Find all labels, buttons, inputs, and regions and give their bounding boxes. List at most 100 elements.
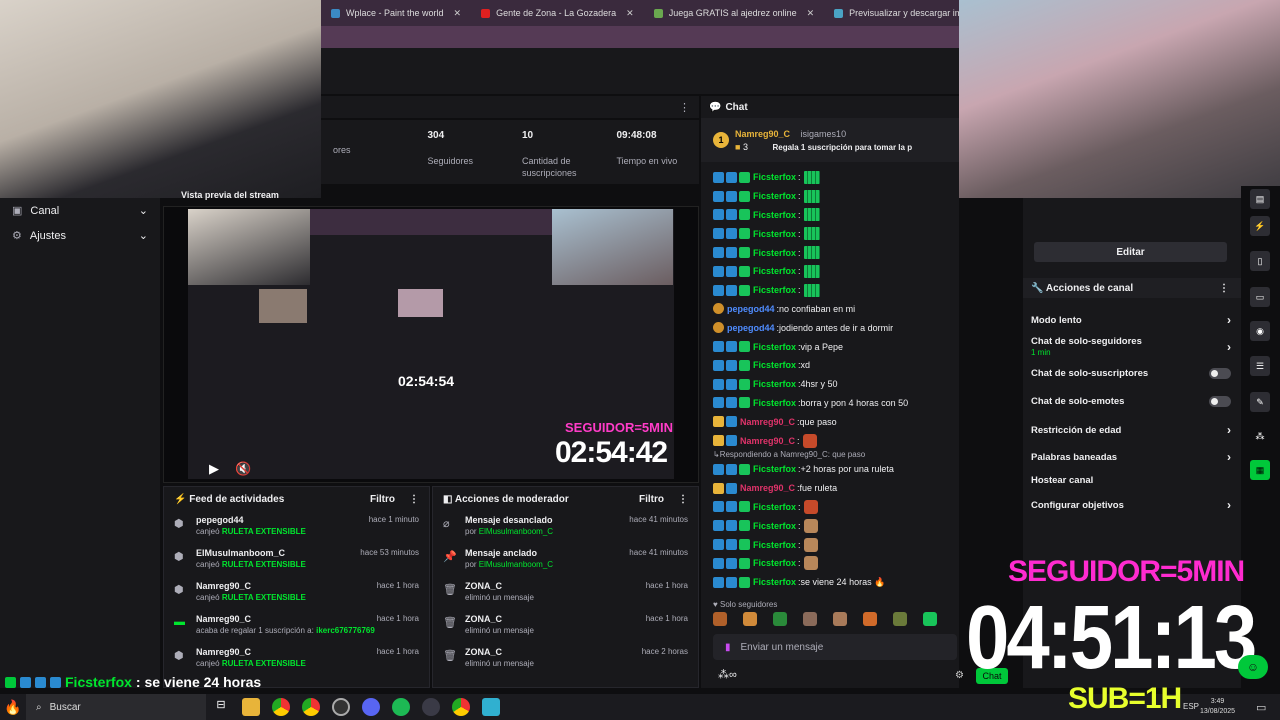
- broadcast-icon[interactable]: ◉: [1250, 321, 1270, 341]
- chat-message[interactable]: Ficsterfox: +2 horas por una ruleta: [713, 460, 947, 479]
- nav-canal[interactable]: ▣ Canal ⌄: [0, 198, 160, 223]
- chat-message[interactable]: Namreg90_C: que paso: [713, 412, 947, 431]
- emote-icon[interactable]: [743, 612, 757, 626]
- chat-username[interactable]: Namreg90_C: [740, 483, 795, 493]
- emote-icon[interactable]: [863, 612, 877, 626]
- chat-message[interactable]: Ficsterfox:: [713, 243, 947, 262]
- channel-action-item[interactable]: Modo lento ›: [1031, 313, 1231, 327]
- chrome-icon[interactable]: [452, 698, 470, 716]
- chat-message[interactable]: Ficsterfox:: [713, 535, 947, 554]
- more-icon[interactable]: ⋮: [409, 494, 419, 505]
- chat-username[interactable]: Ficsterfox: [753, 342, 796, 352]
- browser-tab[interactable]: Gente de Zona - La Gozadera ✕: [471, 0, 644, 26]
- chat-username[interactable]: Ficsterfox: [753, 172, 796, 182]
- feed-item[interactable]: ⬢ pepegod44 canjeó RULETA EXTENSIBLE hace 1…: [164, 511, 429, 544]
- folder-icon[interactable]: [242, 698, 260, 716]
- chat-username[interactable]: Ficsterfox: [753, 521, 796, 531]
- chat-username[interactable]: Ficsterfox: [753, 266, 796, 276]
- chat-message[interactable]: Ficsterfox:: [713, 554, 947, 573]
- channel-action-item[interactable]: Hostear canal: [1031, 475, 1231, 486]
- notification-icon[interactable]: ▭: [1256, 701, 1266, 714]
- emote-icon[interactable]: [713, 612, 727, 626]
- obs-icon[interactable]: [332, 698, 350, 716]
- chat-message[interactable]: Ficsterfox:: [713, 206, 947, 225]
- chat-username[interactable]: Ficsterfox: [753, 558, 796, 568]
- mod-action-item[interactable]: 🗑 ZONA_C eliminó un mensaje hace 2 horas: [433, 643, 698, 676]
- lightning-icon[interactable]: ⚡: [1250, 216, 1270, 236]
- browser-tab[interactable]: Previsualizar y descargar imagen✕: [824, 0, 961, 26]
- taskbar-clock[interactable]: 3:49 13/08/2025: [1200, 697, 1235, 717]
- chrome-icon[interactable]: [272, 698, 290, 716]
- chat-username[interactable]: Ficsterfox: [753, 398, 796, 408]
- chat-username[interactable]: Namreg90_C: [740, 436, 795, 446]
- chat-username[interactable]: pepegod44: [727, 304, 775, 314]
- points-icon[interactable]: ⁂: [1250, 426, 1270, 446]
- chat-message[interactable]: Ficsterfox: xd: [713, 356, 947, 375]
- channel-action-item[interactable]: Chat de solo-suscriptores: [1031, 368, 1231, 379]
- chat-message[interactable]: pepegod44: jodiendo antes de ir a dormir: [713, 318, 947, 337]
- chat-username[interactable]: Ficsterfox: [753, 229, 796, 239]
- chat-username[interactable]: pepegod44: [727, 323, 775, 333]
- chat-username[interactable]: Ficsterfox: [753, 464, 796, 474]
- toggle-switch[interactable]: [1209, 396, 1231, 407]
- wrench-icon[interactable]: ✎: [1250, 392, 1270, 412]
- points-icon[interactable]: ⁂∞: [718, 668, 737, 681]
- chat-message[interactable]: Ficsterfox:: [713, 168, 947, 187]
- chat-message[interactable]: Ficsterfox: vip a Pepe: [713, 337, 947, 356]
- nav-ajustes[interactable]: ⚙ Ajustes ⌄: [0, 223, 160, 248]
- emote-icon[interactable]: [893, 612, 907, 626]
- sidebar-icon-1[interactable]: ▤: [1250, 189, 1270, 209]
- browser-tab[interactable]: Wplace - Paint the world ✕: [321, 0, 471, 26]
- chat-message[interactable]: Ficsterfox:: [713, 516, 947, 535]
- chat-username[interactable]: Ficsterfox: [753, 502, 796, 512]
- chat-message[interactable]: pepegod44: no confiaban en mi: [713, 300, 947, 319]
- chat-input[interactable]: ▮ Enviar un mensaje: [713, 634, 957, 660]
- chat-username[interactable]: Ficsterfox: [753, 577, 796, 587]
- language-indicator[interactable]: ESP: [1183, 702, 1199, 711]
- mod-action-item[interactable]: 🗑 ZONA_C eliminó un mensaje hace 1 hora: [433, 577, 698, 610]
- chat-username[interactable]: Namreg90_C: [740, 417, 795, 427]
- chat-message[interactable]: Ficsterfox:: [713, 187, 947, 206]
- mute-icon[interactable]: 🔇: [235, 461, 251, 477]
- chat-username[interactable]: Ficsterfox: [753, 248, 796, 258]
- chat-username[interactable]: Ficsterfox: [753, 285, 796, 295]
- play-icon[interactable]: ▶: [209, 461, 219, 477]
- chat-message[interactable]: Ficsterfox:: [713, 262, 947, 281]
- feed-filter-button[interactable]: Filtro: [370, 494, 395, 505]
- chat-username[interactable]: Ficsterfox: [753, 210, 796, 220]
- emote-icon[interactable]: [833, 612, 847, 626]
- more-icon[interactable]: ⋮: [678, 494, 688, 505]
- document-icon[interactable]: ▯: [1250, 251, 1270, 271]
- mod-action-item[interactable]: ⌀ Mensaje desanclado por ElMusulmanboom_C h…: [433, 511, 698, 544]
- feed-item[interactable]: ⬢ ElMusulmanboom_C canjeó RULETA EXTENSIBL…: [164, 544, 429, 577]
- chat-message[interactable]: Ficsterfox: 4hsr y 50: [713, 375, 947, 394]
- chat-message[interactable]: Ficsterfox: borra y pon 4 horas con 50: [713, 394, 947, 413]
- channel-action-item[interactable]: Configurar objetivos ›: [1031, 498, 1231, 512]
- chat-username[interactable]: Ficsterfox: [753, 191, 796, 201]
- emote-icon[interactable]: [773, 612, 787, 626]
- close-icon[interactable]: ✕: [807, 8, 815, 19]
- chat-username[interactable]: Ficsterfox: [753, 360, 796, 370]
- more-icon[interactable]: ⋮: [1219, 283, 1229, 294]
- chat-username[interactable]: Ficsterfox: [753, 379, 796, 389]
- stack-icon[interactable]: ☰: [1250, 356, 1270, 376]
- chrome-icon[interactable]: [302, 698, 320, 716]
- channel-action-item[interactable]: Chat de solo-emotes: [1031, 396, 1231, 407]
- feed-item[interactable]: ⬢ Namreg90_C canjeó RULETA EXTENSIBLE hace …: [164, 577, 429, 610]
- pinned-message[interactable]: 1 Namreg90_C isigames10 ■ 3 Regala 1 sus…: [701, 118, 959, 162]
- stats-menu-icon[interactable]: ⋮: [679, 101, 690, 114]
- discord-icon[interactable]: [362, 698, 380, 716]
- emote-icon[interactable]: [923, 612, 937, 626]
- close-icon[interactable]: ✕: [454, 8, 462, 19]
- toggle-switch[interactable]: [1209, 368, 1231, 379]
- mod-filter-button[interactable]: Filtro: [639, 494, 664, 505]
- app-icon[interactable]: [422, 698, 440, 716]
- emote-icon[interactable]: [803, 612, 817, 626]
- chat-message[interactable]: Ficsterfox:: [713, 498, 947, 517]
- chat-message[interactable]: Ficsterfox:: [713, 281, 947, 300]
- spotify-icon[interactable]: [392, 698, 410, 716]
- start-icon[interactable]: 🔥: [0, 694, 26, 720]
- taskbar-search[interactable]: ⌕ Buscar: [26, 694, 206, 720]
- task-view-icon[interactable]: ⊟: [212, 698, 230, 716]
- close-icon[interactable]: ✕: [626, 8, 634, 19]
